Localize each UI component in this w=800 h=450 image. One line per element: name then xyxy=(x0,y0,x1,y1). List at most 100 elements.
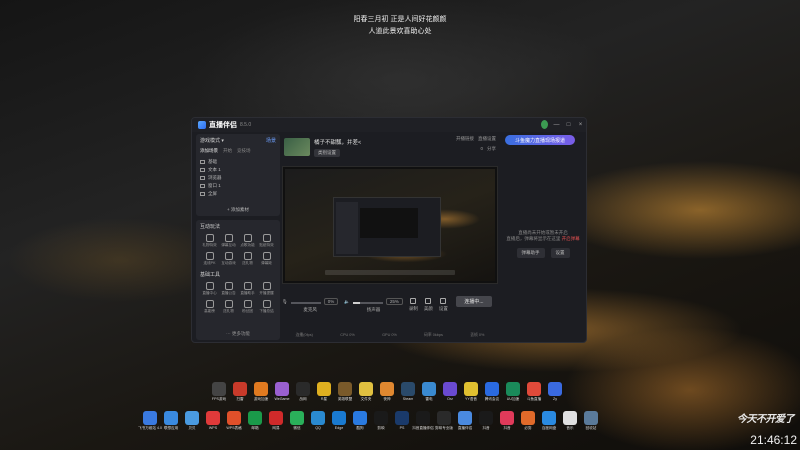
desktop-shortcut[interactable]: 网易 xyxy=(266,411,286,431)
category-button[interactable]: 类别设置 xyxy=(314,148,340,157)
shortcut-label: 音乐 xyxy=(566,426,574,430)
desktop-shortcut[interactable]: FPS游戏 xyxy=(209,382,229,402)
interact-tool[interactable]: 弹幕姬 xyxy=(257,252,276,266)
basic-tool[interactable]: 送礼物 xyxy=(219,300,238,314)
beauty-button[interactable]: 美颜 xyxy=(424,298,433,312)
stream-title[interactable]: 橘子不甜瓢，并差< xyxy=(314,138,361,146)
desktop-shortcut[interactable]: 微信 xyxy=(287,411,307,431)
desktop-shortcut[interactable]: WPS表格 xyxy=(224,411,244,431)
desktop-shortcut[interactable]: Steam xyxy=(398,382,418,402)
desktop-shortcut[interactable]: YY语音 xyxy=(461,382,481,402)
live-preview[interactable] xyxy=(282,166,498,284)
interact-tool[interactable]: 点歌功能 xyxy=(238,234,257,248)
tab-add-scene[interactable]: 添加场景 xyxy=(200,148,218,154)
minimize-button[interactable]: — xyxy=(553,122,560,128)
desktop-shortcut[interactable]: 必剪 xyxy=(518,411,538,431)
refresh-count[interactable]: 0 xyxy=(480,146,483,152)
reminder-icon xyxy=(262,282,271,290)
promo-banner[interactable]: 斗鱼魔力直播现场报道 xyxy=(505,135,575,145)
left-sidebar: 游戏模式 ▾ 场景 添加场景 开始 竞技场 基础 文本 1 浏览器 窗口 1 全… xyxy=(196,134,280,340)
tab-start[interactable]: 开始 xyxy=(223,148,232,154)
stream-cover-thumbnail[interactable] xyxy=(284,138,310,156)
go-live-button[interactable]: 连播中... xyxy=(456,296,492,307)
desktop-shortcut[interactable]: 腾讯会议 xyxy=(482,382,502,402)
basic-tool[interactable]: 开播提醒 xyxy=(257,282,276,296)
source-item[interactable]: 浏览器 xyxy=(200,174,276,182)
desktop-shortcut[interactable]: WPS xyxy=(203,411,223,431)
desktop-shortcut[interactable]: 雷电 xyxy=(419,382,439,402)
desktop-shortcut[interactable]: WeGame xyxy=(272,382,292,402)
close-button[interactable]: × xyxy=(577,122,584,128)
mic-slider[interactable] xyxy=(290,302,321,304)
desktop-shortcut[interactable]: 剪映 xyxy=(371,411,391,431)
live-settings-button[interactable]: 直播设置 xyxy=(478,136,496,142)
share-button[interactable]: 分享 xyxy=(487,146,496,152)
desktop-shortcut[interactable]: 抖音 xyxy=(497,411,517,431)
settings-button[interactable]: 设置 xyxy=(439,298,448,312)
desktop-shortcut[interactable]: Edge xyxy=(329,411,349,431)
desktop-shortcut[interactable]: Orz xyxy=(440,382,460,402)
desktop-shortcut[interactable]: 抖音 xyxy=(476,411,496,431)
shortcut-label: 邮箱 xyxy=(251,426,259,430)
share-link-button[interactable]: 开播链接 xyxy=(456,136,474,142)
tab-arena[interactable]: 竞技场 xyxy=(237,148,251,154)
basic-tool[interactable]: 直播中心 xyxy=(200,282,219,296)
desktop-shortcut[interactable]: 抖音直播伴侣 xyxy=(412,411,434,431)
app-shortcut-icon xyxy=(422,382,436,396)
desktop-shortcut[interactable]: 游戏加速 xyxy=(251,382,271,402)
interact-tool[interactable]: 礼物特效 xyxy=(200,234,219,248)
desktop-shortcut[interactable]: 直播伴侣 xyxy=(455,411,475,431)
desktop-shortcut[interactable]: 文件夹 xyxy=(356,382,376,402)
stream-title-col: 橘子不甜瓢，并差< 类别设置 xyxy=(314,138,361,157)
danmaku-assistant-button[interactable]: 弹幕助手 xyxy=(516,248,545,258)
desktop-shortcut[interactable]: 扫雷 xyxy=(230,382,250,402)
desktop-shortcut[interactable]: 联想应用 xyxy=(161,411,181,431)
desktop-shortcut[interactable]: 飞书万维站 4.0 xyxy=(138,411,162,431)
desktop-shortcut[interactable]: 邮箱 xyxy=(245,411,265,431)
record-button[interactable]: 录制 xyxy=(409,298,418,312)
interact-tool[interactable]: 互动游戏 xyxy=(219,252,238,266)
danmaku-settings-button[interactable]: 设置 xyxy=(550,248,570,258)
tool-label: 点歌功能 xyxy=(240,243,255,247)
interact-tool[interactable]: 弹幕互动 xyxy=(219,234,238,248)
titlebar: 直播伴侣 8.5.0 — □ × xyxy=(192,118,586,132)
basic-tool[interactable]: 粉丝团 xyxy=(238,300,257,314)
desktop-shortcut[interactable]: 百度网盘 xyxy=(539,411,559,431)
source-item[interactable]: 全屏 xyxy=(200,190,276,198)
add-source-button[interactable]: + 添加素材 xyxy=(196,207,280,213)
stat-item: 连播(0fps) xyxy=(295,333,313,337)
desktop-shortcut[interactable]: 回收站 xyxy=(581,411,601,431)
mic-icon[interactable]: 🎙 xyxy=(282,299,288,305)
scene-link[interactable]: 场景 xyxy=(266,137,276,144)
source-item[interactable]: 文本 1 xyxy=(200,166,276,174)
user-avatar[interactable] xyxy=(541,120,548,129)
mode-select[interactable]: 游戏模式 ▾ xyxy=(200,137,224,144)
basic-tool[interactable]: 下播总结 xyxy=(257,300,276,314)
interact-tool[interactable]: 连线PK xyxy=(200,252,219,266)
desktop-shortcut[interactable]: 贝贝 xyxy=(182,411,202,431)
desktop-shortcut[interactable]: QQ xyxy=(308,411,328,431)
desktop-shortcut[interactable]: UU加速 xyxy=(503,382,523,402)
desktop-shortcut[interactable]: 斗鱼直播 xyxy=(524,382,544,402)
speaker-slider[interactable] xyxy=(352,302,383,304)
desktop-shortcut[interactable]: 音乐 xyxy=(560,411,580,431)
desktop-shortcut[interactable]: 酷狗 xyxy=(350,411,370,431)
basic-tool[interactable]: 直播助手 xyxy=(238,282,257,296)
source-item[interactable]: 窗口 1 xyxy=(200,182,276,190)
interact-tool[interactable]: 贴纸特效 xyxy=(257,234,276,248)
speaker-icon[interactable]: 🔈 xyxy=(344,299,350,305)
more-functions-button[interactable]: ··· 更多功能 xyxy=(196,331,280,337)
desktop-shortcut[interactable]: PS xyxy=(392,411,412,431)
desktop-shortcut[interactable]: Zy xyxy=(545,382,565,402)
source-item[interactable]: 基础 xyxy=(200,158,276,166)
desktop-shortcut[interactable]: R星 xyxy=(314,382,334,402)
desktop-shortcut[interactable]: 英雄联盟 xyxy=(335,382,355,402)
desktop-shortcut[interactable]: 夜神 xyxy=(377,382,397,402)
enable-danmaku-link[interactable]: 开启弹幕 xyxy=(562,236,580,241)
basic-tool[interactable]: 高能榜 xyxy=(200,300,219,314)
desktop-shortcut[interactable]: 战网 xyxy=(293,382,313,402)
desktop-shortcut[interactable]: 剪映专业版 xyxy=(434,411,454,431)
interact-tool[interactable]: 送礼物 xyxy=(238,252,257,266)
maximize-button[interactable]: □ xyxy=(565,122,572,128)
basic-tool[interactable]: 直播公告 xyxy=(219,282,238,296)
